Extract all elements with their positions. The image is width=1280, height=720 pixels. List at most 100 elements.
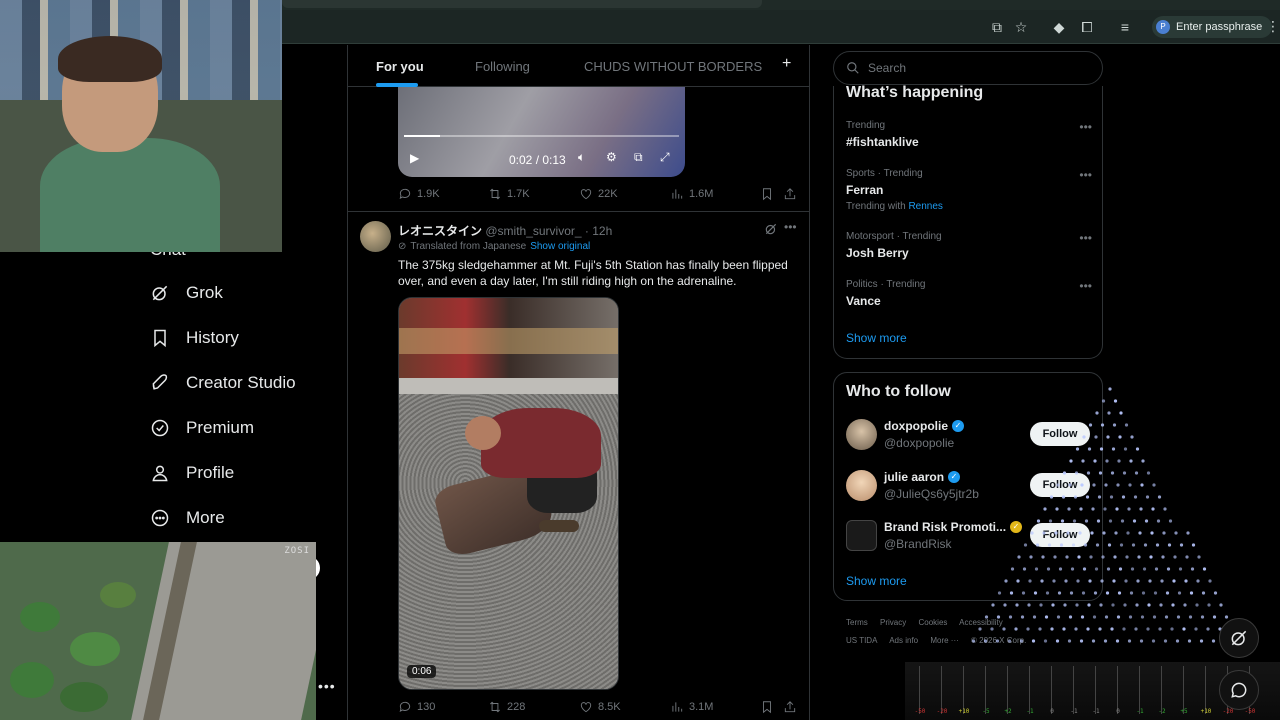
post2-video[interactable]: 0:06 xyxy=(398,297,619,690)
reply-button[interactable]: 130 xyxy=(398,700,435,714)
decoration-dot xyxy=(1183,603,1186,606)
trending-with-link[interactable]: Rennes xyxy=(908,201,942,212)
repost-button[interactable]: 228 xyxy=(488,700,525,714)
mixer-fader[interactable] xyxy=(1205,666,1206,714)
footer-link[interactable]: More ··· xyxy=(930,636,958,645)
mixer-fader[interactable] xyxy=(1029,666,1030,714)
mixer-fader[interactable] xyxy=(963,666,964,714)
trend-item[interactable]: Trending #fishtanklive ••• xyxy=(846,120,1092,149)
mixer-fader[interactable] xyxy=(1183,666,1184,714)
tab-for-you[interactable]: For you xyxy=(376,59,424,74)
mixer-fader[interactable] xyxy=(1051,666,1052,714)
author-handle[interactable]: @smith_survivor_ xyxy=(485,224,581,238)
mixer-fader[interactable] xyxy=(1139,666,1140,714)
nav-item-grok[interactable]: Grok xyxy=(150,278,223,308)
trend-more-icon[interactable]: ••• xyxy=(1079,168,1092,182)
decoration-dot xyxy=(1167,567,1170,570)
account-menu-dots[interactable]: ••• xyxy=(318,678,336,694)
reading-list-icon[interactable]: ≡ xyxy=(1116,18,1134,36)
like-button[interactable]: 22K xyxy=(579,187,618,201)
bookmark-button[interactable] xyxy=(760,187,774,201)
nav-item-history[interactable]: History xyxy=(150,323,239,353)
post-time[interactable]: · 12h xyxy=(585,224,612,238)
tab-following[interactable]: Following xyxy=(475,59,530,74)
search-input[interactable]: Search xyxy=(833,51,1103,85)
follow-suggestion[interactable]: julie aaron ✓ @JulieQs6y5jtr2b Follow xyxy=(846,470,1092,506)
views-button[interactable]: 3.1M xyxy=(670,700,713,714)
mixer-fader[interactable] xyxy=(985,666,986,714)
reply-count: 1.9K xyxy=(417,188,440,200)
post-more-icon[interactable]: ••• xyxy=(784,220,797,234)
follow-button[interactable]: Follow xyxy=(1030,422,1090,446)
trend-more-icon[interactable]: ••• xyxy=(1079,120,1092,134)
reply-icon xyxy=(398,700,412,714)
footer-link[interactable]: Privacy xyxy=(880,618,906,627)
active-tab[interactable] xyxy=(282,0,762,8)
author-name[interactable]: レオニスタイン xyxy=(398,224,482,238)
play-icon[interactable]: ▶ xyxy=(410,151,419,165)
extensions-puzzle-icon[interactable]: ⧠ xyxy=(1078,18,1096,36)
add-tab-icon[interactable]: + xyxy=(782,55,791,73)
extension-icon[interactable]: ◆ xyxy=(1050,18,1068,36)
mixer-fader[interactable] xyxy=(1073,666,1074,714)
nav-item-more[interactable]: More xyxy=(150,503,225,533)
mixer-fader[interactable] xyxy=(941,666,942,714)
tab-chuds-without-borders[interactable]: CHUDS WITHOUT BORDERS xyxy=(584,59,762,74)
show-more-follow[interactable]: Show more xyxy=(846,574,907,588)
mixer-fader[interactable] xyxy=(1007,666,1008,714)
footer-link[interactable]: US TIDA xyxy=(846,636,877,645)
trend-more-icon[interactable]: ••• xyxy=(1079,279,1092,293)
grok-icon[interactable] xyxy=(764,222,778,236)
bookmark-star-icon[interactable]: ☆ xyxy=(1012,18,1030,36)
grok-fab[interactable] xyxy=(1219,618,1259,658)
follow-button[interactable]: Follow xyxy=(1030,473,1090,497)
fullscreen-icon[interactable]: ⤢ xyxy=(660,150,670,165)
footer-link[interactable]: Terms xyxy=(846,618,868,627)
video-scrubber[interactable] xyxy=(404,135,679,137)
messages-fab[interactable] xyxy=(1219,670,1259,710)
views-button[interactable]: 1.6M xyxy=(670,187,713,201)
browser-menu-icon[interactable]: ⋮ xyxy=(1266,18,1280,35)
avatar[interactable] xyxy=(846,470,877,501)
show-more-trends[interactable]: Show more xyxy=(846,331,907,345)
like-button[interactable]: 8.5K xyxy=(579,700,621,714)
bookmark-button[interactable] xyxy=(760,700,774,714)
trend-more-icon[interactable]: ••• xyxy=(1079,231,1092,245)
settings-icon[interactable]: ⚙ xyxy=(606,150,617,164)
trend-item[interactable]: Motorsport · Trending Josh Berry ••• xyxy=(846,231,1092,260)
nav-item-creator-studio[interactable]: Creator Studio xyxy=(150,368,296,398)
account-handle: @JulieQs6y5jtr2b xyxy=(884,487,979,501)
share-button[interactable] xyxy=(783,187,797,201)
trend-item[interactable]: Sports · Trending Ferran Trending with R… xyxy=(846,168,1092,212)
avatar[interactable] xyxy=(846,419,877,450)
mixer-label: -1 xyxy=(1021,708,1039,715)
show-original-link[interactable]: Show original xyxy=(530,241,590,252)
share-button[interactable] xyxy=(783,700,797,714)
decoration-dot xyxy=(1146,495,1149,498)
mixer-fader[interactable] xyxy=(1095,666,1096,714)
post2-actions: 130 228 8.5K 3.1M xyxy=(398,700,798,718)
avatar[interactable] xyxy=(360,221,391,252)
decoration-dot xyxy=(1122,627,1125,630)
footer-link[interactable]: Cookies xyxy=(918,618,947,627)
decoration-dot xyxy=(1044,639,1047,642)
mixer-fader[interactable] xyxy=(1117,666,1118,714)
mixer-fader[interactable] xyxy=(1161,666,1162,714)
footer-link[interactable]: Accessibility xyxy=(959,618,1003,627)
post1-video[interactable]: ▶ 0:02 / 0:13 🔈︎ ⚙ ⧉ ⤢ xyxy=(398,87,685,177)
trend-item[interactable]: Politics · Trending Vance ••• xyxy=(846,279,1092,308)
nav-item-premium[interactable]: Premium xyxy=(150,413,254,443)
pip-icon[interactable]: ⧉ xyxy=(634,150,643,165)
follow-suggestion[interactable]: Brand Risk Promoti... ✓ @BrandRisk Follow xyxy=(846,520,1092,556)
follow-button[interactable]: Follow xyxy=(1030,523,1090,547)
follow-suggestion[interactable]: doxpopolie ✓ @doxpopolie Follow xyxy=(846,419,1092,455)
avatar[interactable] xyxy=(846,520,877,551)
mixer-fader[interactable] xyxy=(919,666,920,714)
install-app-icon[interactable]: ⧉ xyxy=(988,18,1006,36)
volume-icon[interactable]: 🔈︎ xyxy=(578,150,585,165)
passphrase-button[interactable]: P Enter passphrase xyxy=(1152,16,1272,38)
reply-button[interactable]: 1.9K xyxy=(398,187,440,201)
footer-link[interactable]: Ads info xyxy=(889,636,918,645)
repost-button[interactable]: 1.7K xyxy=(488,187,530,201)
nav-item-profile[interactable]: Profile xyxy=(150,458,234,488)
